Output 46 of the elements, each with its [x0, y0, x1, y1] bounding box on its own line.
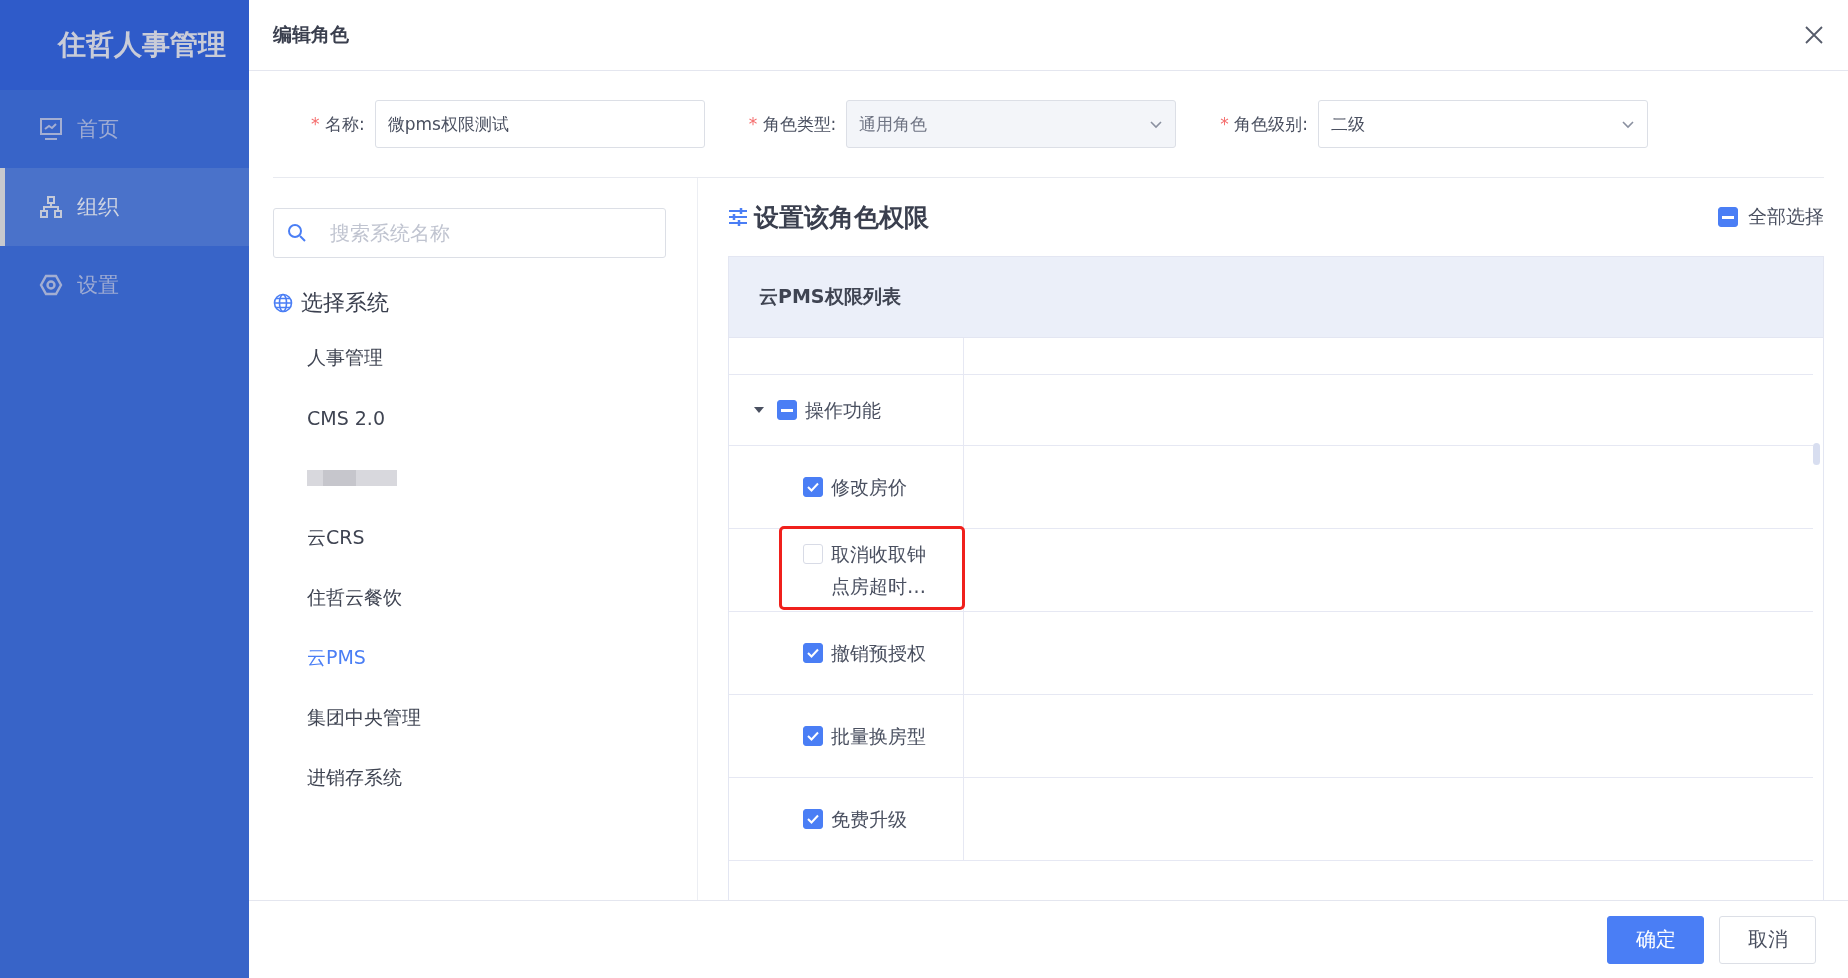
- minus-icon: [781, 408, 793, 412]
- checkbox[interactable]: [1718, 207, 1738, 227]
- system-item[interactable]: 集团中央管理: [273, 688, 666, 748]
- permission-checkbox[interactable]: 取消收取钟点房超时…: [803, 538, 931, 602]
- sliders-icon: [728, 207, 748, 227]
- monitor-icon: [39, 117, 63, 141]
- org-chart-icon: [39, 195, 63, 219]
- checkbox[interactable]: [803, 477, 823, 497]
- group-checkbox[interactable]: 操作功能: [777, 394, 881, 426]
- checkbox[interactable]: [803, 726, 823, 746]
- table-header: 云PMS权限列表: [729, 257, 1823, 338]
- globe-icon: [273, 293, 293, 313]
- confirm-button[interactable]: 确定: [1607, 915, 1704, 964]
- checkbox[interactable]: [777, 400, 797, 420]
- minus-icon: [1722, 215, 1734, 219]
- input-field[interactable]: 微pms权限测试: [374, 100, 705, 148]
- section-title: 设置该角色权限: [754, 201, 929, 234]
- cancel-button[interactable]: 取消: [1719, 915, 1816, 964]
- system-item[interactable]: CMS 2.0: [273, 388, 666, 448]
- check-icon: [807, 731, 819, 741]
- permission-checkbox[interactable]: 撤销预授权: [803, 637, 926, 669]
- checkbox[interactable]: [803, 809, 823, 829]
- check-icon: [807, 814, 819, 824]
- permission-checkbox[interactable]: 修改房价: [803, 471, 907, 503]
- permission-checkbox[interactable]: 免费升级: [803, 803, 907, 835]
- select-all-checkbox[interactable]: 全部选择: [1718, 204, 1824, 230]
- system-item[interactable]: 云PMS: [273, 628, 666, 688]
- system-item[interactable]: 住哲云餐饮: [273, 568, 666, 628]
- select-field[interactable]: 二级: [1317, 100, 1648, 148]
- settings-icon: [39, 273, 63, 297]
- system-item[interactable]: 进销存系统: [273, 748, 666, 808]
- scrollbar-thumb[interactable]: [1813, 443, 1820, 465]
- permission-checkbox[interactable]: 批量换房型: [803, 720, 926, 752]
- dialog-title: 编辑角色: [273, 22, 349, 47]
- check-icon: [807, 482, 819, 492]
- system-item[interactable]: 人事管理: [273, 328, 666, 388]
- section-heading: 选择系统: [301, 289, 389, 317]
- field-label: * 名称:: [311, 112, 365, 136]
- app-title: 住哲人事管理: [0, 0, 249, 90]
- check-icon: [807, 648, 819, 658]
- search-icon: [287, 223, 307, 243]
- search-field[interactable]: 搜索系统名称: [273, 208, 666, 258]
- field-label: * 角色类型:: [748, 112, 837, 136]
- field-label: * 角色级别:: [1220, 112, 1308, 136]
- system-item[interactable]: 云CRS: [273, 508, 666, 568]
- checkbox[interactable]: [803, 643, 823, 663]
